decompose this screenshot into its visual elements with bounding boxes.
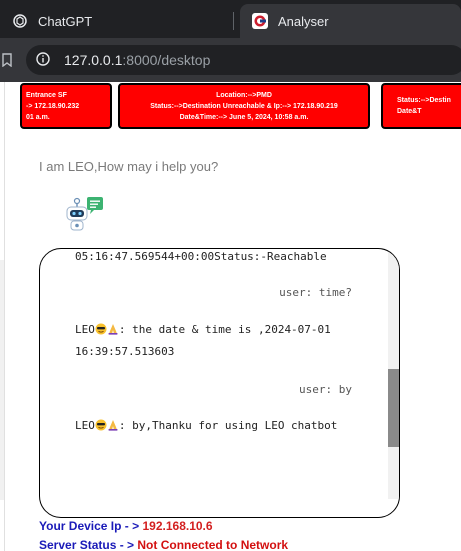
url-text: 127.0.0.1:8000/desktop: [64, 52, 210, 68]
user-message: user: by: [299, 383, 352, 396]
praying-hands-emoji-icon: [108, 324, 118, 335]
server-status-label: Server Status - >: [39, 538, 138, 551]
url-input[interactable]: 127.0.0.1:8000/desktop: [26, 45, 461, 75]
bot-greeting: I am LEO,How may i help you?: [39, 159, 219, 174]
tab-analyser[interactable]: Analyser: [240, 4, 461, 38]
chatbot-robot-icon[interactable]: [63, 195, 105, 235]
openai-icon: [12, 13, 28, 29]
card-line: Date&T: [397, 108, 422, 115]
status-card[interactable]: Location:-->PMD Status:-->Destination Un…: [118, 83, 370, 129]
tab-separator: [233, 12, 234, 30]
tab-title: ChatGPT: [38, 13, 93, 29]
device-ip-value: 192.168.10.6: [142, 519, 213, 533]
chat-message-partial: 05:16:47.569544+00:00Status:-Reachable: [75, 250, 327, 263]
device-ip-label: Your Device Ip - >: [39, 519, 143, 533]
bot-name: LEO: [75, 419, 95, 432]
divider: [4, 82, 5, 551]
bot-message: LEO : by,Thanku for using LEO chatbot: [75, 415, 355, 437]
card-line: -> 172.18.90.232: [26, 102, 80, 110]
chat-window[interactable]: 05:16:47.569544+00:00Status:-Reachable u…: [39, 248, 400, 518]
address-bar-row: 127.0.0.1:8000/desktop: [0, 38, 461, 82]
server-status-line: Server Status - > Not Connected to Netwo…: [39, 538, 288, 551]
sunglasses-emoji-icon: [95, 419, 107, 431]
card-line: 01 a.m.: [26, 113, 50, 121]
tab-chatgpt[interactable]: ChatGPT: [0, 4, 232, 38]
server-status-value: Not Connected to Network: [137, 538, 289, 551]
bot-message: LEO: the date & time is ,2024-07-01 16:3…: [75, 319, 355, 363]
sunglasses-emoji-icon: [95, 323, 107, 335]
status-card[interactable]: Status:-->Destin Date&T: [381, 83, 461, 129]
page-content: Entrance SF -> 172.18.90.232 01 a.m. Loc…: [0, 82, 461, 551]
praying-hands-emoji-icon: [108, 420, 118, 431]
status-cards-row: Entrance SF -> 172.18.90.232 01 a.m. Loc…: [0, 82, 461, 130]
status-card[interactable]: Entrance SF -> 172.18.90.232 01 a.m.: [20, 83, 112, 129]
tab-title: Analyser: [278, 13, 329, 29]
card-line: Status:-->Destin: [397, 97, 451, 104]
card-line: Date&Time:--> June 5, 2024, 10:58 a.m.: [179, 113, 309, 121]
user-message: user: time?: [279, 286, 352, 299]
site-info-icon[interactable]: [36, 51, 50, 70]
bot-name: LEO: [75, 323, 95, 336]
bot-message-text: : by,Thanku for using LEO chatbot: [118, 419, 338, 432]
card-line: Entrance SF: [26, 91, 67, 99]
card-line: Status:-->Destination Unreachable & Ip:-…: [150, 102, 338, 110]
bookmark-icon[interactable]: [2, 52, 12, 71]
url-host: 127.0.0.1: [64, 52, 123, 68]
device-ip-line: Your Device Ip - > 192.168.10.6: [39, 519, 213, 533]
chat-messages[interactable]: 05:16:47.569544+00:00Status:-Reachable u…: [40, 249, 386, 517]
chat-scrollbar-thumb[interactable]: [388, 369, 399, 447]
divider: [0, 260, 4, 500]
browser-tab-bar: ChatGPT Analyser: [0, 0, 461, 38]
card-line: Location:-->PMD: [216, 91, 272, 99]
url-path: :8000/desktop: [122, 52, 211, 68]
analyser-favicon-icon: [252, 13, 268, 29]
